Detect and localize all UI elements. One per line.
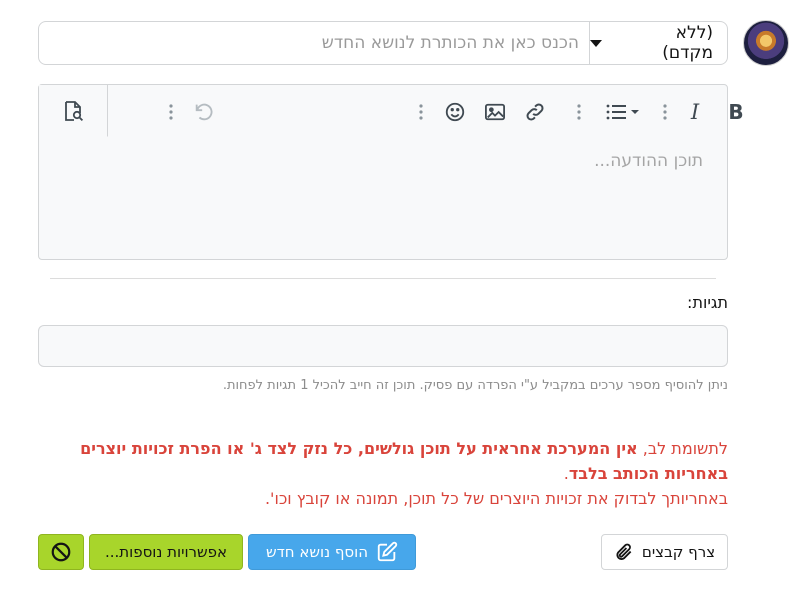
link-button[interactable] — [522, 99, 548, 125]
ban-icon — [51, 542, 71, 562]
preview-button[interactable] — [39, 85, 108, 137]
more-options-dots-icon[interactable] — [164, 99, 178, 125]
divider — [50, 278, 716, 279]
more-options-label: אפשרויות נוספות... — [104, 543, 228, 561]
notice-lead: לתשומת לב, — [637, 439, 728, 458]
emoji-button[interactable] — [442, 99, 468, 125]
prefix-select-label: (ללא מקדם) — [662, 23, 713, 63]
italic-icon: I — [690, 100, 700, 124]
preview-icon — [65, 100, 84, 121]
link-icon — [526, 103, 544, 121]
title-input[interactable] — [39, 22, 589, 64]
emoji-icon — [445, 102, 465, 122]
tags-input[interactable] — [38, 325, 728, 367]
italic-button[interactable]: I — [684, 99, 706, 125]
bold-icon: B — [728, 100, 744, 124]
image-icon — [485, 103, 505, 121]
cancel-button[interactable] — [38, 534, 84, 570]
attach-files-label: צרף קבצים — [641, 543, 716, 561]
message-editor: I B תוכן ההודעה... — [38, 84, 744, 260]
add-new-topic-button[interactable]: הוסף נושא חדש — [248, 534, 416, 570]
title-row: (ללא מקדם) — [38, 21, 728, 65]
copyright-notice: לתשומת לב, אין המערכת אחראית על תוכן גול… — [38, 436, 728, 511]
tags-label: תגיות: — [687, 293, 728, 312]
paperclip-icon — [616, 543, 632, 560]
tags-hint: ניתן להוסיף מספר ערכים במקביל ע"י הפרדה … — [222, 378, 728, 393]
more-options-button[interactable]: אפשרויות נוספות... — [89, 534, 243, 570]
editor-toolbar: I B — [39, 85, 744, 137]
more-options-dots-icon[interactable] — [658, 99, 672, 125]
notice-line2: באחריותך לבדוק את זכויות היוצרים של כל ת… — [264, 489, 728, 508]
avatar[interactable] — [743, 20, 789, 66]
bold-button[interactable]: B — [725, 99, 747, 125]
image-button[interactable] — [482, 99, 508, 125]
editor-body[interactable]: תוכן ההודעה... — [39, 137, 727, 259]
editor-placeholder: תוכן ההודעה... — [594, 151, 703, 171]
attach-files-button[interactable]: צרף קבצים — [601, 534, 728, 570]
edit-icon — [377, 541, 398, 562]
more-options-dots-icon[interactable] — [414, 99, 428, 125]
notice-bold: אין המערכת אחראית על תוכן גולשים, כל נזק… — [80, 439, 728, 483]
undo-icon — [195, 103, 213, 121]
list-button[interactable] — [603, 99, 643, 125]
add-new-topic-label: הוסף נושא חדש — [265, 543, 369, 561]
undo-button[interactable] — [191, 99, 217, 125]
more-options-dots-icon[interactable] — [572, 99, 586, 125]
prefix-select[interactable]: (ללא מקדם) — [589, 22, 727, 64]
list-icon — [606, 104, 639, 120]
caret-down-icon — [590, 39, 602, 47]
